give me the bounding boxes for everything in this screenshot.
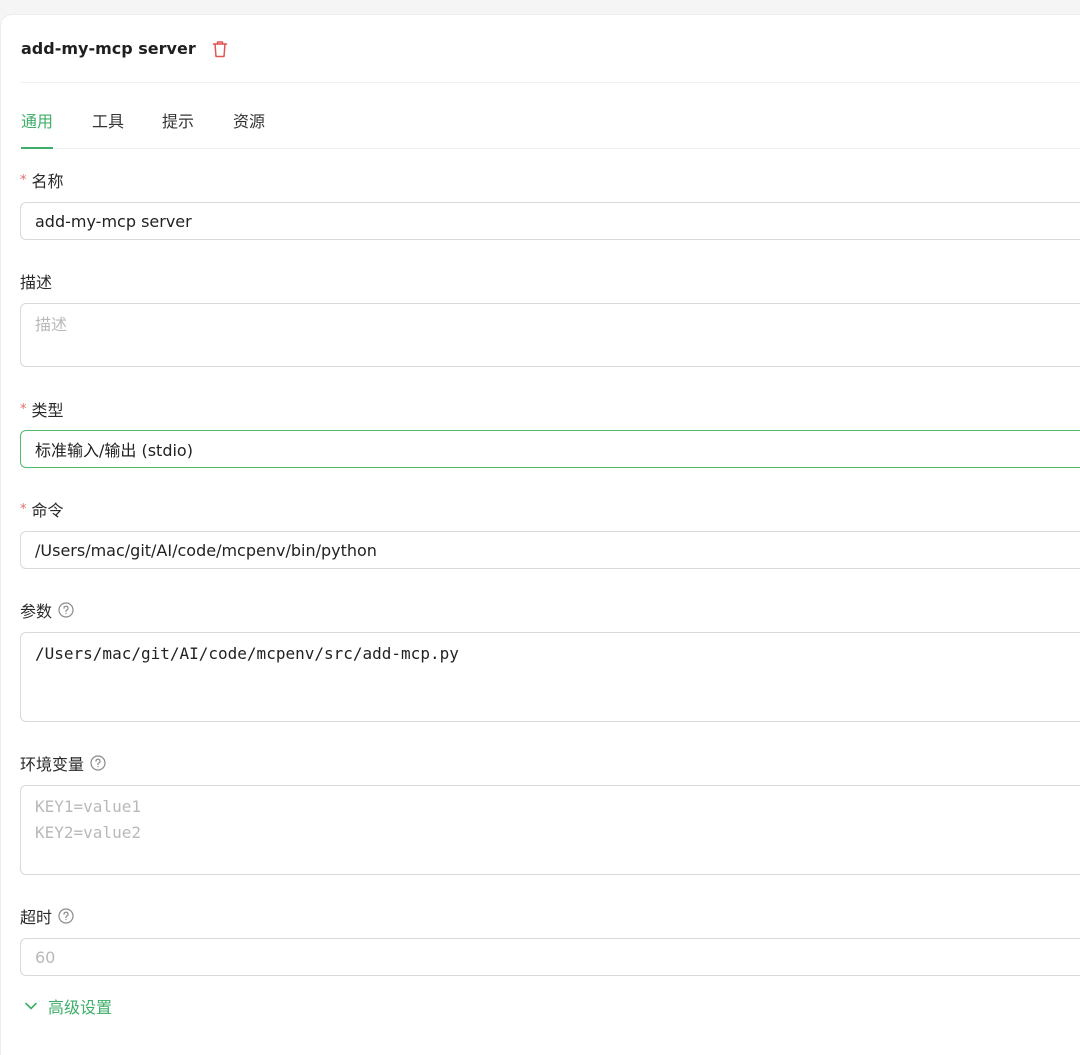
question-circle-icon[interactable] xyxy=(58,602,74,618)
timeout-label-text: 超时 xyxy=(20,908,53,927)
question-circle-icon[interactable] xyxy=(58,908,74,924)
tab-resources[interactable]: 资源 xyxy=(233,109,265,147)
chevron-down-icon xyxy=(24,1001,38,1011)
description-label: 描述 xyxy=(20,269,52,293)
required-mark: * xyxy=(20,172,27,188)
tab-bar: 通用 工具 提示 资源 xyxy=(21,95,1080,149)
description-textarea[interactable]: 描述 xyxy=(20,303,1080,367)
type-label: * 类型 xyxy=(20,397,64,421)
tab-tools[interactable]: 工具 xyxy=(92,109,124,147)
type-select[interactable]: 标准输入/输出 (stdio) xyxy=(20,430,1080,468)
name-value: add-my-mcp server xyxy=(35,211,192,231)
args-label: 参数 xyxy=(20,598,74,622)
command-input[interactable]: /Users/mac/git/AI/code/mcpenv/bin/python xyxy=(20,531,1080,569)
env-label: 环境变量 xyxy=(20,751,106,775)
advanced-settings-toggle[interactable]: 高级设置 xyxy=(24,994,112,1018)
description-placeholder: 描述 xyxy=(35,315,68,334)
timeout-label: 超时 xyxy=(20,904,74,928)
card-header: add-my-mcp server xyxy=(21,15,1080,83)
name-label: * 名称 xyxy=(20,168,64,192)
env-textarea[interactable]: KEY1=value1 KEY2=value2 xyxy=(20,785,1080,875)
question-circle-icon[interactable] xyxy=(90,755,106,771)
env-label-text: 环境变量 xyxy=(20,755,85,774)
type-label-text: 类型 xyxy=(31,401,64,420)
env-placeholder-line-1: KEY1=value1 xyxy=(35,797,141,816)
type-value: 标准输入/输出 (stdio) xyxy=(35,441,193,460)
trash-icon[interactable] xyxy=(212,40,228,58)
args-textarea[interactable]: /Users/mac/git/AI/code/mcpenv/src/add-mc… xyxy=(20,632,1080,722)
required-mark: * xyxy=(20,401,27,417)
advanced-settings-label: 高级设置 xyxy=(48,998,113,1017)
tab-prompts[interactable]: 提示 xyxy=(162,109,194,147)
command-label: * 命令 xyxy=(20,497,64,521)
command-value: /Users/mac/git/AI/code/mcpenv/bin/python xyxy=(35,540,377,560)
name-label-text: 名称 xyxy=(31,172,64,191)
name-input[interactable]: add-my-mcp server xyxy=(20,202,1080,240)
timeout-input[interactable]: 60 xyxy=(20,938,1080,976)
args-value: /Users/mac/git/AI/code/mcpenv/src/add-mc… xyxy=(35,644,459,663)
args-label-text: 参数 xyxy=(20,602,53,621)
env-placeholder-line-2: KEY2=value2 xyxy=(35,823,141,842)
description-label-text: 描述 xyxy=(20,273,53,292)
tab-general[interactable]: 通用 xyxy=(21,109,54,149)
timeout-placeholder: 60 xyxy=(35,947,56,967)
server-title: add-my-mcp server xyxy=(21,39,196,58)
required-mark: * xyxy=(20,501,27,517)
command-label-text: 命令 xyxy=(31,501,64,520)
